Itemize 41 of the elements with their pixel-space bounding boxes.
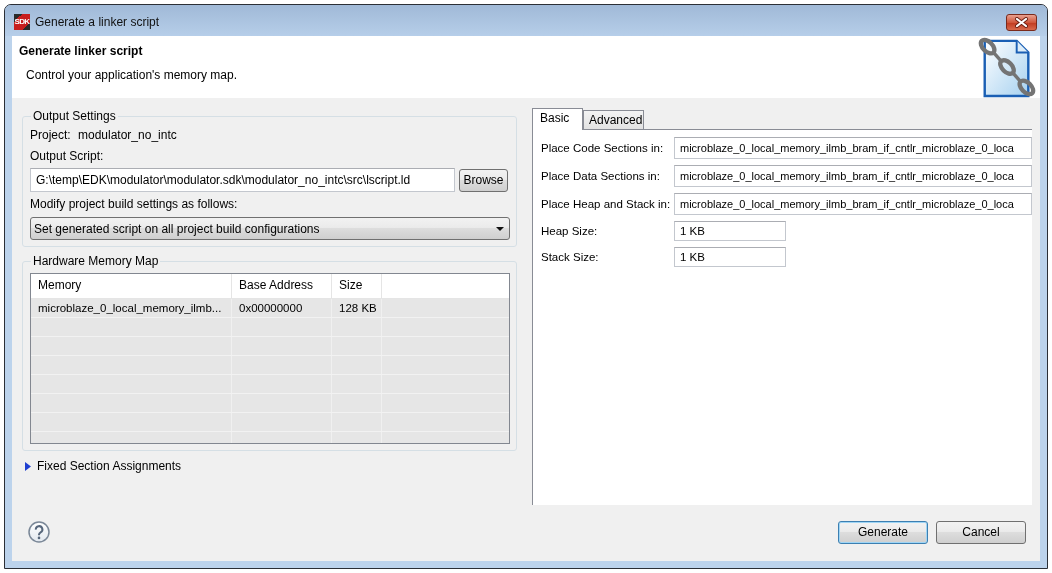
section-toggle[interactable]: Fixed Section Assignments — [37, 459, 182, 474]
output-script-label: Output Script: — [30, 149, 105, 164]
group-legend: Hardware Memory Map — [31, 254, 161, 269]
script-path-field[interactable]: G:\temp\EDK\modulator\modulator.sdk\modulator_no_intc\src\lscript.ld — [30, 168, 455, 192]
field-label: Place Heap and Stack in: — [541, 198, 672, 210]
table-cell: 0x00000000 — [232, 299, 332, 317]
expand-triangle-icon[interactable] — [25, 462, 31, 471]
column-header[interactable]: Base Address — [232, 274, 332, 298]
chain-document-icon — [976, 36, 1038, 98]
field-label: Stack Size: — [541, 251, 600, 263]
memory-region-field[interactable]: microblaze_0_local_memory_ilmb_bram_if_cntlr_microblaze_0_loca — [674, 137, 1032, 159]
build-settings-label: Modify project build settings as follows: — [30, 197, 239, 212]
app-logo: SDK — [14, 14, 30, 30]
project-name: modulator_no_intc — [78, 128, 177, 143]
tab[interactable]: Basic — [532, 108, 583, 130]
size-field[interactable]: 1 KB — [674, 247, 786, 267]
field-label: Place Code Sections in: — [541, 142, 665, 154]
size-field[interactable]: 1 KB — [674, 221, 786, 241]
tab[interactable]: Advanced — [583, 110, 644, 129]
close-button[interactable] — [1006, 13, 1037, 31]
memory-region-field[interactable]: microblaze_0_local_memory_ilmb_bram_if_cntlr_microblaze_0_loca — [674, 193, 1032, 215]
window-title: Generate a linker script — [35, 15, 160, 29]
caret-icon — [496, 226, 504, 231]
table-cell: microblaze_0_local_memory_ilmb... — [31, 299, 232, 317]
column-header[interactable]: Size — [332, 274, 382, 298]
browse-button[interactable]: Browse — [459, 168, 508, 192]
memory-region-field[interactable]: microblaze_0_local_memory_ilmb_bram_if_cntlr_microblaze_0_loca — [674, 165, 1032, 187]
dialog-button[interactable]: Cancel — [936, 520, 1026, 544]
dialog-button[interactable]: Generate — [838, 520, 928, 544]
help-icon[interactable] — [28, 521, 50, 543]
page-description: Control your application's memory map. — [25, 68, 238, 83]
build-settings-dropdown[interactable]: Set generated script on all project build configurations — [30, 217, 510, 240]
close-icon — [1015, 16, 1028, 28]
group-legend: Output Settings — [31, 109, 118, 124]
field-label: Heap Size: — [541, 225, 599, 237]
project-label: Project: — [30, 128, 72, 143]
column-header[interactable]: Memory — [31, 274, 232, 298]
page-title: Generate linker script — [19, 44, 144, 59]
field-label: Place Data Sections in: — [541, 170, 661, 182]
table-cell: 128 KB — [332, 299, 382, 317]
table-row[interactable]: microblaze_0_local_memory_ilmb... 0x00000000 128 KB — [31, 299, 509, 318]
